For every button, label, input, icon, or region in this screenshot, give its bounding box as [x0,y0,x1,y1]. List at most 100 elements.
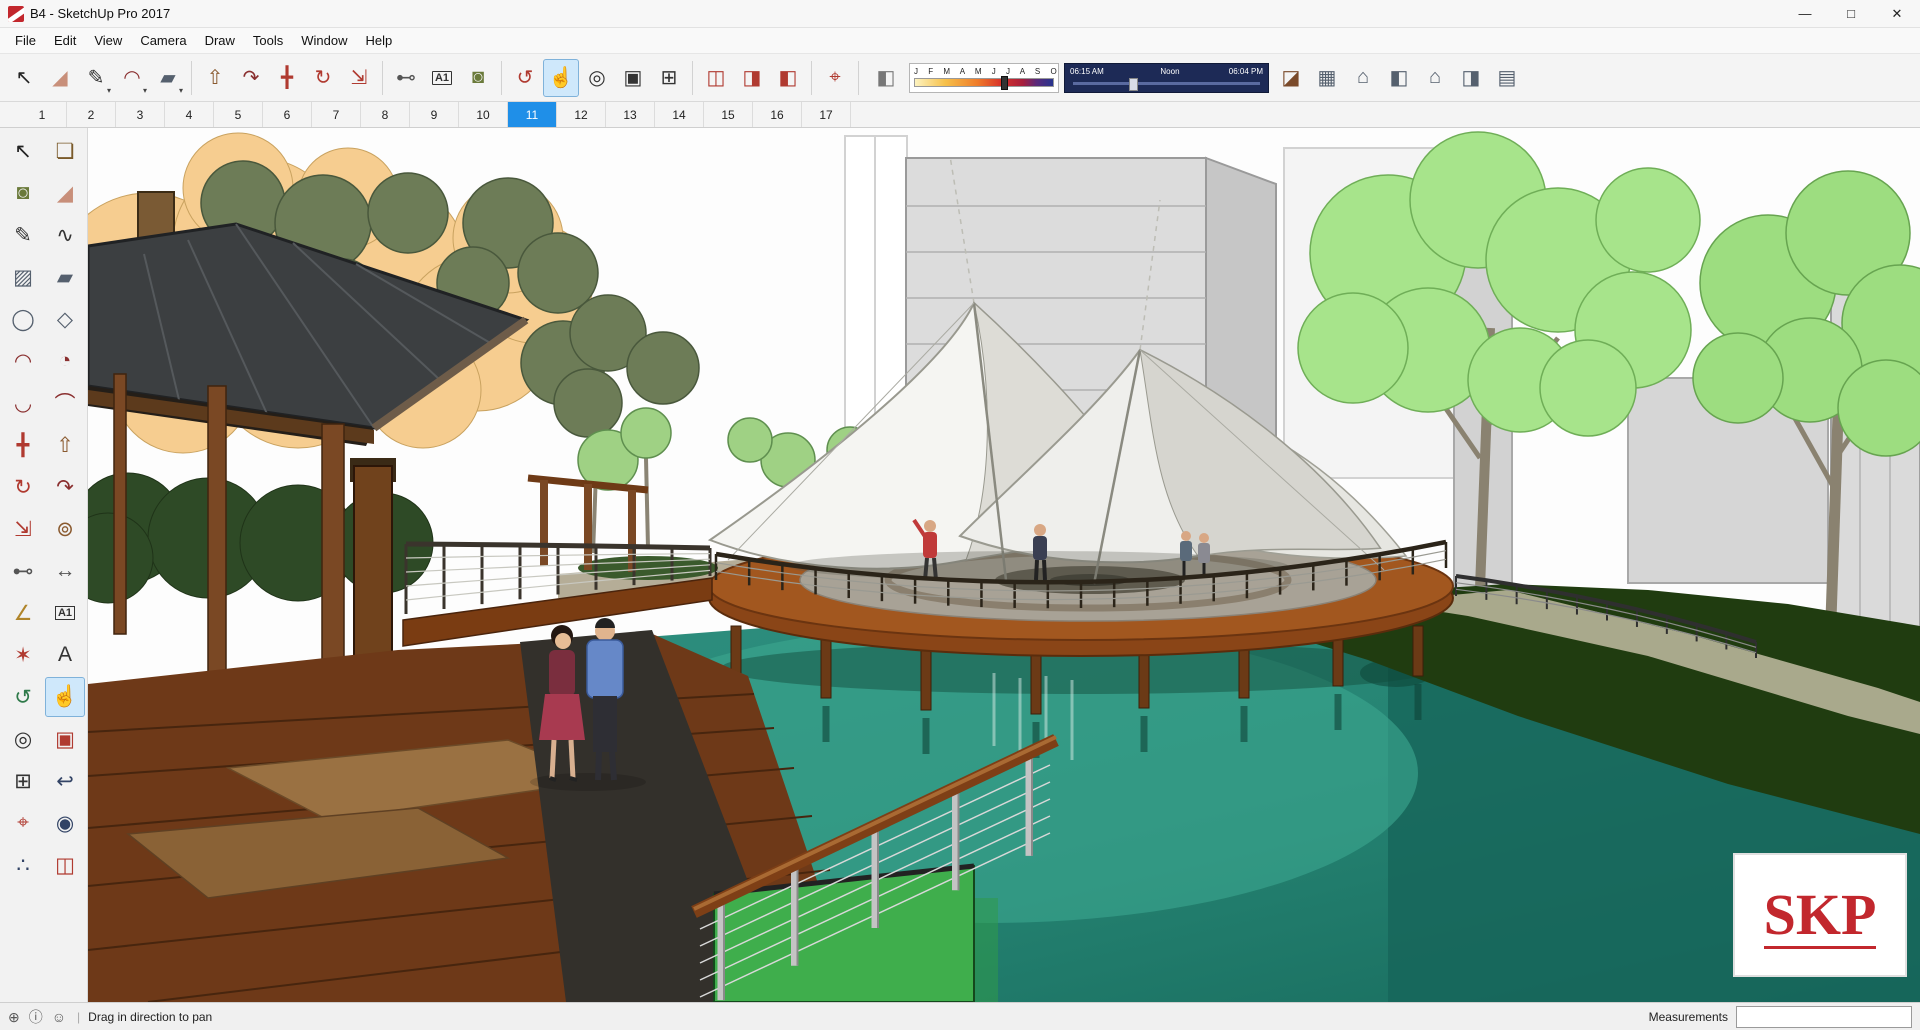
shadow-date-slider[interactable]: J F M A M J J A S O N D [909,62,1089,93]
left-view-button-button[interactable]: ◨ [1453,59,1489,97]
axes-tool-button[interactable]: ✶ [3,635,43,675]
menu-window[interactable]: Window [292,30,356,51]
scene-tab-6[interactable]: 6 [263,102,312,127]
make-component-tool-button[interactable]: ❏ [45,131,85,171]
menu-file[interactable]: File [6,30,45,51]
menu-view[interactable]: View [85,30,131,51]
menu-edit[interactable]: Edit [45,30,85,51]
scene-tab-12[interactable]: 12 [557,102,606,127]
scene-tab-5[interactable]: 5 [214,102,263,127]
dimensions-tool-button[interactable]: ↔ [45,551,85,591]
model-canvas[interactable]: SKP [88,128,1920,1002]
zoom-window-tool-button[interactable]: ▣ [615,59,651,97]
dropdown-caret-icon[interactable]: ▾ [143,86,147,95]
pan-tool-button[interactable]: ☝ [45,677,85,717]
rotate-tool-button[interactable]: ↻ [305,59,341,97]
rotate-tool-button[interactable]: ↻ [3,467,43,507]
circle-tool-button[interactable]: ◯ [3,299,43,339]
scene-tab-11[interactable]: 11 [508,102,557,127]
right-view-button-button[interactable]: ◧ [1381,59,1417,97]
menu-draw[interactable]: Draw [196,30,244,51]
three-point-arc-tool-button[interactable]: ⌒ [45,383,85,423]
arc-tool-button[interactable]: ◠ ▾ [114,59,150,97]
close-button[interactable]: ✕ [1874,0,1920,27]
arc-tool-button[interactable]: ◠ [3,341,43,381]
rectangle-tool-button[interactable]: ▨ [3,257,43,297]
rotated-rectangle-tool-button[interactable]: ▰ [45,257,85,297]
two-point-arc-tool-button[interactable]: ◡ [3,383,43,423]
orbit-tool-button[interactable]: ↺ [507,59,543,97]
section-plane-tool-button[interactable]: ◫ [698,59,734,97]
paint-bucket-tool-button[interactable]: ◙ [3,173,43,213]
menu-camera[interactable]: Camera [131,30,195,51]
threed-text-tool-button[interactable]: A [45,635,85,675]
time-slider-handle[interactable] [1129,77,1139,91]
zoom-tool-button[interactable]: ◎ [3,719,43,759]
select-tool-button[interactable]: ↖ [3,131,43,171]
scene-tab-2[interactable]: 2 [67,102,116,127]
section-plane-tool-button[interactable]: ◫ [45,845,85,885]
tape-measure-tool-button[interactable]: ⊷ [3,551,43,591]
text-tool-button[interactable]: A1 [424,59,460,97]
scene-tab-8[interactable]: 8 [361,102,410,127]
scene-tab-10[interactable]: 10 [459,102,508,127]
measurements-input[interactable] [1736,1005,1912,1028]
line-tool-button[interactable]: ✎ [3,215,43,255]
polygon-tool-button[interactable]: ◇ [45,299,85,339]
scene-tab-17[interactable]: 17 [802,102,851,127]
bottom-view-button-button[interactable]: ▤ [1489,59,1525,97]
zoom-tool-button[interactable]: ◎ [579,59,615,97]
scene-tab-3[interactable]: 3 [116,102,165,127]
walk-tool-button[interactable]: ∴ [3,845,43,885]
credits-icon[interactable]: ⓘ [29,1009,43,1025]
protractor-tool-button[interactable]: ∠ [3,593,43,633]
eraser-tool-button[interactable]: ◢ [42,59,78,97]
display-section-cuts-button-button[interactable]: ◧ [770,59,806,97]
follow-me-tool-button[interactable]: ↷ [45,467,85,507]
menu-help[interactable]: Help [357,30,402,51]
shadow-time-slider[interactable]: 06:15 AM Noon 06:04 PM [1064,62,1269,93]
tape-measure-tool-button[interactable]: ⊷ [388,59,424,97]
top-view-button-button[interactable]: ▦ [1309,59,1345,97]
dropdown-caret-icon[interactable]: ▾ [179,86,183,95]
freehand-tool-button[interactable]: ∿ [45,215,85,255]
date-slider-handle[interactable] [1000,75,1008,90]
offset-tool-button[interactable]: ⊚ [45,509,85,549]
scene-tab-15[interactable]: 15 [704,102,753,127]
scene-tab-1[interactable]: 1 [18,102,67,127]
paint-bucket-tool-button[interactable]: ◙ [460,59,496,97]
sign-in-icon[interactable]: ☺ [52,1009,66,1025]
shadow-toggle-button[interactable]: ◧ [868,59,904,97]
move-tool-button[interactable]: ╋ [3,425,43,465]
look-around-tool-button[interactable]: ◉ [45,803,85,843]
pie-tool-button[interactable]: ◔ [45,341,85,381]
position-camera-tool-button[interactable]: ⌖ [817,59,853,97]
maximize-button[interactable]: □ [1828,0,1874,27]
eraser-tool-button[interactable]: ◢ [45,173,85,213]
zoom-previous-tool-button[interactable]: ↩ [45,761,85,801]
iso-view-button-button[interactable]: ◪ [1273,59,1309,97]
line-tool-button[interactable]: ✎ ▾ [78,59,114,97]
dropdown-caret-icon[interactable]: ▾ [107,86,111,95]
move-tool-button[interactable]: ╋ [269,59,305,97]
scale-tool-button[interactable]: ⇲ [341,59,377,97]
scene-tab-4[interactable]: 4 [165,102,214,127]
follow-me-tool-button[interactable]: ↷ [233,59,269,97]
select-tool-button[interactable]: ↖ [6,59,42,97]
position-camera-tool-button[interactable]: ⌖ [3,803,43,843]
scene-tab-14[interactable]: 14 [655,102,704,127]
text-tool-button[interactable]: A1 [45,593,85,633]
shapes-tool-button[interactable]: ▰ ▾ [150,59,186,97]
geolocation-icon[interactable]: ⊕ [8,1009,20,1025]
scene-tab-16[interactable]: 16 [753,102,802,127]
scene-tab-13[interactable]: 13 [606,102,655,127]
zoom-extents-tool-button[interactable]: ⊞ [651,59,687,97]
zoom-extents-tool-button[interactable]: ⊞ [3,761,43,801]
scene-tab-7[interactable]: 7 [312,102,361,127]
back-view-button-button[interactable]: ⌂ [1417,59,1453,97]
front-view-button-button[interactable]: ⌂ [1345,59,1381,97]
scale-tool-button[interactable]: ⇲ [3,509,43,549]
pan-tool-button[interactable]: ☝ [543,58,579,97]
scene-tab-9[interactable]: 9 [410,102,459,127]
push-pull-tool-button[interactable]: ⇧ [45,425,85,465]
